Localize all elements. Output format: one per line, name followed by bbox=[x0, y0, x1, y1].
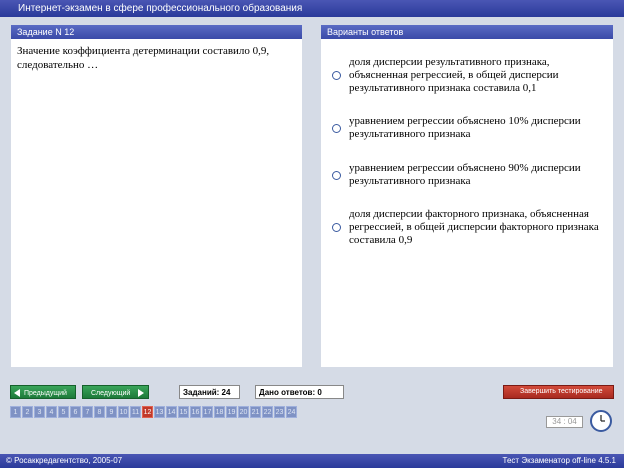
answer-option-label: доля дисперсии факторного признака, объя… bbox=[349, 208, 599, 246]
answer-option-label: доля дисперсии результативного признака,… bbox=[349, 56, 559, 94]
chevron-left-icon bbox=[14, 389, 20, 397]
finish-button-label: Завершить тестирование bbox=[520, 388, 603, 395]
chevron-right-icon bbox=[138, 389, 145, 397]
page-button-2[interactable]: 2 bbox=[22, 406, 33, 418]
radio-button[interactable] bbox=[332, 223, 341, 232]
page-button-22[interactable]: 22 bbox=[262, 406, 273, 418]
page-button-14[interactable]: 14 bbox=[166, 406, 177, 418]
page-button-19[interactable]: 19 bbox=[226, 406, 237, 418]
page-button-7[interactable]: 7 bbox=[82, 406, 93, 418]
page-button-24[interactable]: 24 bbox=[286, 406, 297, 418]
clock-icon bbox=[590, 410, 612, 432]
window-title: Интернет-экзамен в сфере профессионально… bbox=[0, 0, 624, 17]
answer-option-label: уравнением регрессии объяснено 90% диспе… bbox=[349, 162, 581, 187]
radio-button[interactable] bbox=[332, 171, 341, 180]
page-button-4[interactable]: 4 bbox=[46, 406, 57, 418]
page-button-9[interactable]: 9 bbox=[106, 406, 117, 418]
page-button-11[interactable]: 11 bbox=[130, 406, 141, 418]
page-navigator: 1 2 3 4 5 6 7 8 9 10 11 12 13 14 15 16 17 18 19 20 21 22 23 24 bbox=[10, 406, 298, 418]
prev-button[interactable]: Предыдущий bbox=[10, 385, 76, 399]
question-header: Задание N 12 bbox=[11, 25, 302, 39]
answered-counter: Дано ответов: 0 bbox=[255, 385, 344, 399]
page-button-3[interactable]: 3 bbox=[34, 406, 45, 418]
page-button-16[interactable]: 16 bbox=[190, 406, 201, 418]
page-button-15[interactable]: 15 bbox=[178, 406, 189, 418]
question-text: Значение коэффициента детерминации соста… bbox=[17, 45, 270, 71]
page-button-6[interactable]: 6 bbox=[70, 406, 81, 418]
page-button-23[interactable]: 23 bbox=[274, 406, 285, 418]
timer-display: 34 : 04 bbox=[546, 416, 583, 428]
page-button-18[interactable]: 18 bbox=[214, 406, 225, 418]
copyright-text: © Росаккредагентство, 2005-07 bbox=[6, 456, 123, 465]
question-panel: Задание N 12 Значение коэффициента детер… bbox=[11, 25, 302, 367]
page-button-21[interactable]: 21 bbox=[250, 406, 261, 418]
page-button-12[interactable]: 12 bbox=[142, 406, 153, 418]
page-button-1[interactable]: 1 bbox=[10, 406, 21, 418]
page-button-5[interactable]: 5 bbox=[58, 406, 69, 418]
page-button-13[interactable]: 13 bbox=[154, 406, 165, 418]
page-button-17[interactable]: 17 bbox=[202, 406, 213, 418]
footer: © Росаккредагентство, 2005-07 Тест Экзам… bbox=[0, 454, 624, 468]
next-button-label: Следующий bbox=[91, 389, 131, 397]
tasks-counter: Заданий: 24 bbox=[179, 385, 240, 399]
radio-button[interactable] bbox=[332, 71, 341, 80]
finish-test-button[interactable]: Завершить тестирование bbox=[503, 385, 614, 399]
prev-button-label: Предыдущий bbox=[24, 389, 67, 397]
answers-header: Варианты ответов bbox=[321, 25, 613, 39]
radio-button[interactable] bbox=[332, 124, 341, 133]
page-button-10[interactable]: 10 bbox=[118, 406, 129, 418]
next-button[interactable]: Следующий bbox=[82, 385, 149, 399]
version-text: Тест Экзаменатор off-line 4.5.1 bbox=[502, 456, 616, 465]
page-button-8[interactable]: 8 bbox=[94, 406, 105, 418]
page-button-20[interactable]: 20 bbox=[238, 406, 249, 418]
answer-option-label: уравнением регрессии объяснено 10% диспе… bbox=[349, 115, 581, 140]
answers-panel: Варианты ответов доля дисперсии результа… bbox=[321, 25, 613, 367]
